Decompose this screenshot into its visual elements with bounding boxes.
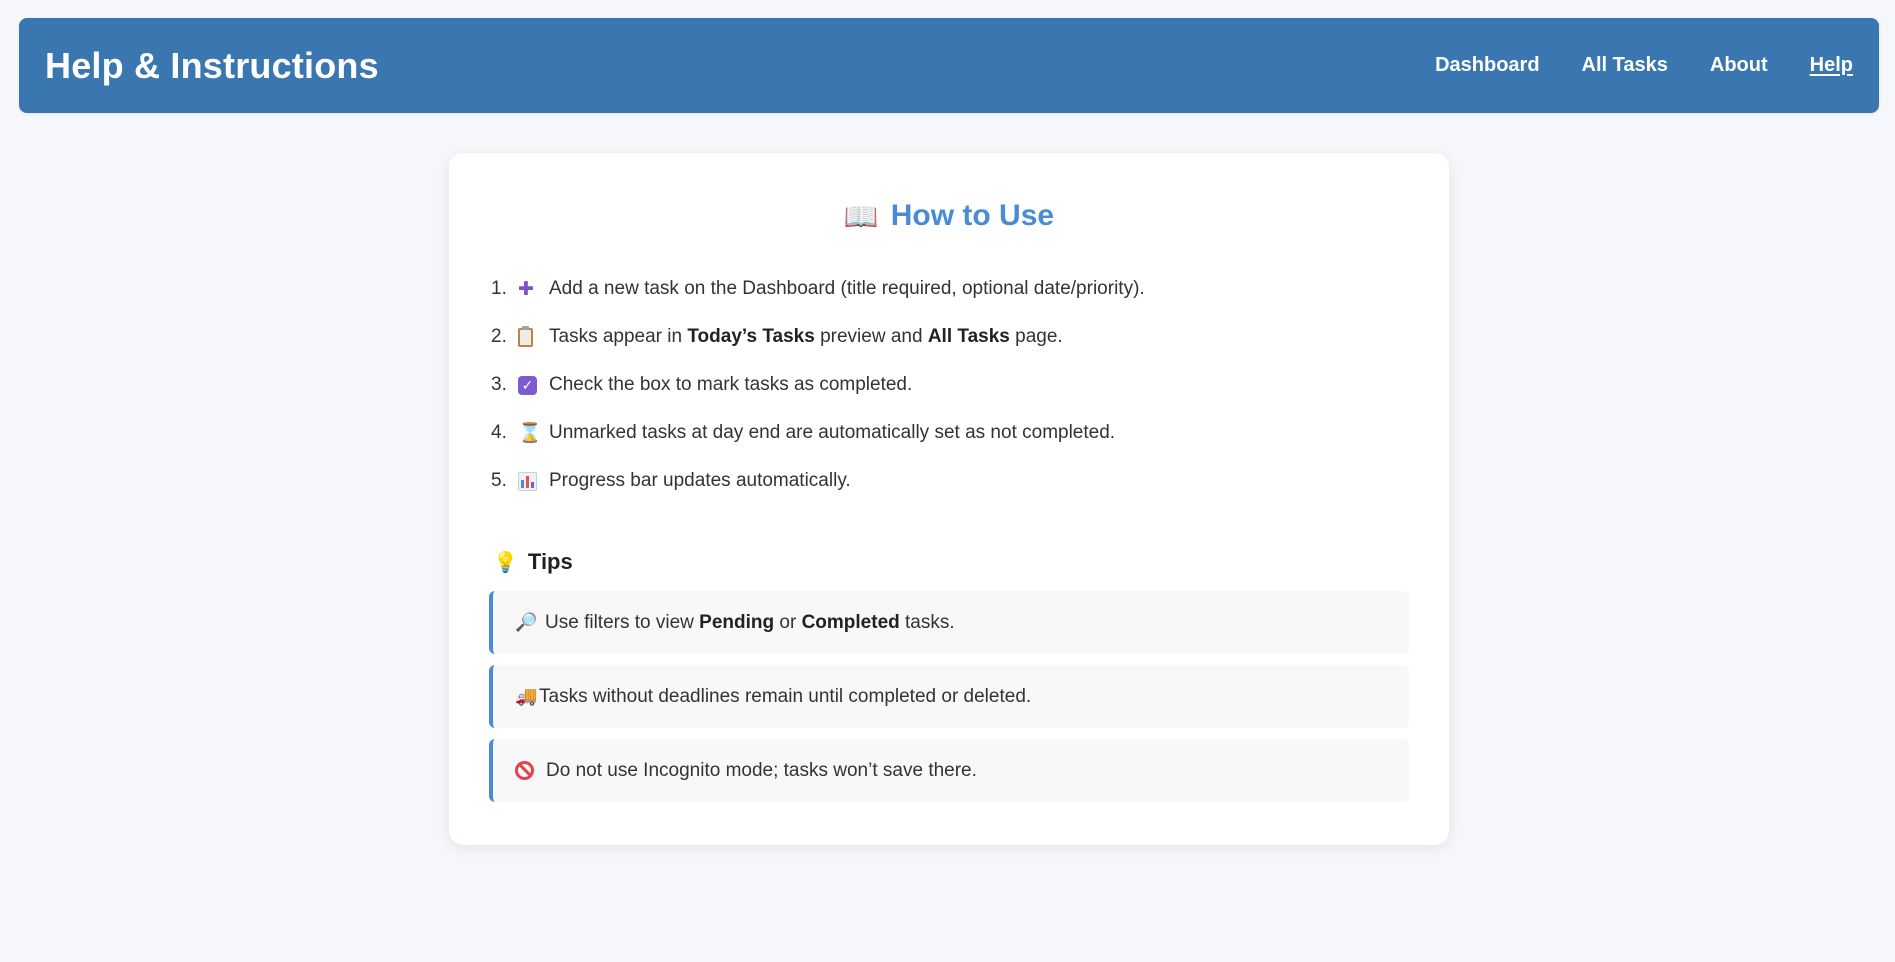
how-to-use-heading: 📖 How to Use	[489, 199, 1409, 233]
page-title: Help & Instructions	[45, 44, 379, 86]
tip-text: Tasks without deadlines remain until com…	[539, 685, 1032, 707]
magnifier-icon: 🔎	[515, 612, 538, 633]
tip-item: 🚚 Tasks without deadlines remain until c…	[489, 665, 1409, 728]
nav-link-about[interactable]: About	[1710, 54, 1768, 77]
step-text: Progress bar updates automatically.	[549, 470, 851, 491]
lightbulb-icon: 💡	[493, 550, 518, 574]
tip-text: Use filters to view Pending or Completed…	[545, 612, 955, 634]
no-entry-icon	[515, 761, 534, 780]
hourglass-icon: ⌛	[518, 422, 542, 444]
tip-text-bold: Completed	[801, 611, 900, 633]
list-item: 2. Tasks appear in Today’s Tasks preview…	[489, 313, 1409, 361]
step-text-bold: All Tasks	[927, 326, 1010, 347]
step-text: Add a new task on the Dashboard (title r…	[549, 278, 1145, 299]
tip-item: 🔎 Use filters to view Pending or Complet…	[489, 591, 1409, 654]
open-book-icon: 📖	[843, 199, 879, 233]
steps-list: 1. ✚ Add a new task on the Dashboard (ti…	[489, 265, 1409, 505]
list-item: 5. Progress bar updates automatically.	[489, 457, 1409, 505]
tip-text: Do not use Incognito mode; tasks won’t s…	[546, 759, 977, 781]
tips-heading: 💡 Tips	[489, 549, 1409, 575]
how-to-use-title: How to Use	[890, 199, 1055, 232]
tip-text-part: tasks.	[899, 611, 955, 633]
tip-text-part: Use filters to view	[545, 611, 700, 633]
step-text-part: page.	[1009, 326, 1063, 347]
step-number: 1.	[491, 278, 507, 299]
nav-link-dashboard[interactable]: Dashboard	[1435, 54, 1539, 77]
tip-text-part: or	[774, 611, 802, 633]
step-text-part: Tasks appear in	[549, 326, 688, 347]
help-card: 📖 How to Use 1. ✚ Add a new task on the …	[449, 153, 1449, 845]
step-text-bold: Today’s Tasks	[687, 326, 815, 347]
step-number: 4.	[491, 422, 507, 443]
app-header: Help & Instructions Dashboard All Tasks …	[19, 18, 1879, 113]
tip-text-bold: Pending	[699, 611, 775, 633]
list-item: 4. ⌛ Unmarked tasks at day end are autom…	[489, 409, 1409, 457]
clipboard-icon	[518, 325, 533, 347]
nav-link-help[interactable]: Help	[1810, 54, 1853, 77]
tips-title: Tips	[527, 549, 573, 574]
list-item: 3. ✓ Check the box to mark tasks as comp…	[489, 361, 1409, 409]
step-text: Unmarked tasks at day end are automatica…	[549, 422, 1116, 443]
plus-icon: ✚	[518, 278, 534, 300]
checkbox-icon: ✓	[518, 375, 537, 395]
step-text: Check the box to mark tasks as completed…	[549, 374, 913, 395]
list-item: 1. ✚ Add a new task on the Dashboard (ti…	[489, 265, 1409, 313]
main-nav: Dashboard All Tasks About Help	[1435, 54, 1853, 77]
tip-item: Do not use Incognito mode; tasks won’t s…	[489, 739, 1409, 802]
step-text-part: preview and	[814, 326, 928, 347]
step-number: 5.	[491, 470, 507, 491]
step-text: Tasks appear in Today’s Tasks preview an…	[549, 325, 1063, 349]
step-number: 3.	[491, 374, 507, 395]
truck-icon: 🚚	[515, 686, 538, 707]
nav-link-all-tasks[interactable]: All Tasks	[1582, 54, 1668, 77]
bar-chart-icon	[518, 471, 537, 491]
step-number: 2.	[491, 326, 507, 347]
